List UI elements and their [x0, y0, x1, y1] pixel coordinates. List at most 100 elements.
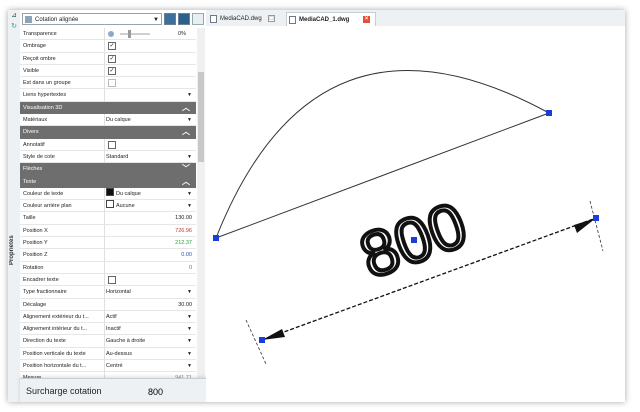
grip-arc-end[interactable]: [546, 110, 552, 116]
property-value: Gauche à droite: [106, 338, 146, 345]
property-value[interactable]: 212.37: [106, 237, 192, 249]
property-value[interactable]: 0.00: [106, 249, 192, 261]
property-row[interactable]: Position X 726.96: [20, 224, 196, 238]
category-label: Texte: [23, 178, 37, 185]
scrollbar-thumb[interactable]: [198, 72, 204, 162]
property-row[interactable]: Position Y 212.37: [20, 237, 196, 250]
pin-icon[interactable]: ⊿: [10, 12, 18, 20]
column-divider: [104, 360, 105, 373]
grip-dim-start[interactable]: [259, 337, 265, 343]
column-divider: [104, 224, 105, 237]
chevron-down-icon[interactable]: ▼: [187, 360, 192, 372]
color-name: Du calque: [116, 190, 141, 197]
property-label: Couleur de texte: [23, 190, 64, 197]
drawing-svg[interactable]: 800: [206, 26, 625, 402]
property-row[interactable]: Annotatif: [20, 138, 196, 151]
property-row[interactable]: Couleur de texte Du calque ▼: [20, 187, 196, 201]
chevron-down-icon[interactable]: ▼: [187, 323, 192, 335]
toggle-pickadd-button[interactable]: [192, 13, 204, 25]
property-row[interactable]: Ombrage ✓: [20, 40, 196, 53]
property-row[interactable]: Alignement intérieur du t... Inactif ▼: [20, 323, 196, 336]
property-row[interactable]: Matériaux Du calque ▼: [20, 114, 196, 127]
entity-type-combo[interactable]: Cotation alignée ▼: [22, 13, 162, 25]
tab-label: MediaCAD_1.dwg: [299, 17, 350, 23]
refresh-icon[interactable]: ↻: [10, 23, 18, 31]
chevron-down-icon[interactable]: ﹀: [182, 163, 190, 175]
property-value[interactable]: 0: [106, 262, 192, 274]
tab-mediacad-1[interactable]: MediaCAD_1.dwg ×: [286, 12, 376, 26]
property-label: Alignement intérieur du t...: [23, 326, 88, 333]
property-value[interactable]: 30.00: [106, 299, 192, 311]
category-header[interactable]: Texte ︿: [20, 175, 196, 188]
select-objects-button[interactable]: [164, 13, 176, 25]
column-divider: [104, 187, 105, 200]
column-divider: [104, 298, 105, 311]
property-value: Du calque: [106, 117, 131, 124]
property-row[interactable]: Alignement extérieur du t... Actif ▼: [20, 310, 196, 324]
property-value[interactable]: 726.96: [106, 225, 192, 237]
column-divider: [104, 28, 105, 40]
checkbox[interactable]: [108, 275, 116, 284]
chevron-down-icon[interactable]: ▼: [187, 348, 192, 360]
property-value[interactable]: 130.00: [106, 212, 192, 224]
property-row[interactable]: Position horizontale du t... Centré ▼: [20, 360, 196, 373]
column-divider: [104, 286, 105, 299]
chevron-down-icon[interactable]: ▼: [187, 89, 192, 101]
close-tab-icon[interactable]: □: [268, 15, 275, 22]
chevron-down-icon[interactable]: ▼: [187, 200, 192, 212]
chevron-down-icon[interactable]: ▼: [187, 311, 192, 323]
property-row[interactable]: Transparence 0%: [20, 28, 196, 41]
property-row[interactable]: Position Z 0.00: [20, 249, 196, 262]
column-divider: [104, 138, 105, 151]
transparency-value: 0%: [178, 31, 186, 37]
color-swatch: [106, 187, 114, 196]
quick-select-button[interactable]: [178, 13, 190, 25]
property-row[interactable]: Est dans un groupe: [20, 77, 196, 90]
property-label: Position horizontale du t...: [23, 363, 87, 370]
grip-arc-start[interactable]: [213, 235, 219, 241]
checkbox[interactable]: ✓: [108, 42, 116, 51]
file-icon: [210, 15, 217, 23]
property-row[interactable]: Liens hypertextes ▼: [20, 89, 196, 102]
property-label: Position X: [23, 227, 48, 234]
category-label: Visualisation 3D: [23, 104, 63, 111]
property-row[interactable]: Rotation 0: [20, 261, 196, 274]
property-row[interactable]: Taille 130.00: [20, 212, 196, 225]
checkbox[interactable]: ✓: [108, 54, 116, 63]
chevron-up-icon[interactable]: ︿: [182, 102, 190, 114]
chevron-down-icon[interactable]: ▼: [187, 114, 192, 126]
property-row[interactable]: Couleur arrière plan Aucune ▼: [20, 200, 196, 213]
chevron-down-icon[interactable]: ▼: [187, 335, 192, 347]
category-header[interactable]: Visualisation 3D ︿: [20, 101, 196, 115]
property-row[interactable]: Type fractionnaire Horizontal ▼: [20, 286, 196, 299]
chevron-down-icon[interactable]: ▼: [187, 188, 192, 200]
close-tab-icon[interactable]: ×: [363, 16, 370, 23]
grip-dim-text[interactable]: [411, 237, 417, 243]
category-header[interactable]: Flèches ﹀: [20, 163, 196, 176]
checkbox[interactable]: [108, 140, 116, 149]
chevron-up-icon[interactable]: ︿: [182, 126, 190, 138]
property-row[interactable]: Reçoit ombre ✓: [20, 52, 196, 65]
arrowhead-end: [574, 218, 596, 233]
properties-panel: Cotation alignée ▼ Transparence 0% Ombrage…: [20, 10, 206, 402]
property-label: Encadrer texte: [23, 276, 59, 283]
property-row[interactable]: Style de cote Standard ▼: [20, 150, 196, 164]
column-divider: [104, 77, 105, 90]
entity-type-value: Cotation alignée: [35, 17, 79, 23]
checkbox[interactable]: ✓: [108, 66, 116, 75]
property-scrollbar[interactable]: [197, 28, 205, 378]
property-row[interactable]: Visible ✓: [20, 64, 196, 78]
chevron-down-icon[interactable]: ▼: [187, 286, 192, 298]
property-row[interactable]: Décalage 30.00: [20, 298, 196, 311]
property-row[interactable]: Encadrer texte: [20, 273, 196, 287]
column-divider: [104, 40, 105, 53]
tab-mediacad[interactable]: MediaCAD.dwg □: [208, 12, 284, 26]
chevron-up-icon[interactable]: ︿: [182, 176, 190, 188]
property-row[interactable]: Direction du texte Gauche à droite ▼: [20, 335, 196, 348]
category-header[interactable]: Divers ︿: [20, 126, 196, 139]
drawing-canvas[interactable]: 800: [206, 26, 625, 402]
property-label: Position Y: [23, 240, 48, 247]
property-row[interactable]: Position verticale du texte Au-dessus ▼: [20, 347, 196, 361]
grip-dim-end[interactable]: [593, 215, 599, 221]
chevron-down-icon[interactable]: ▼: [187, 151, 192, 163]
